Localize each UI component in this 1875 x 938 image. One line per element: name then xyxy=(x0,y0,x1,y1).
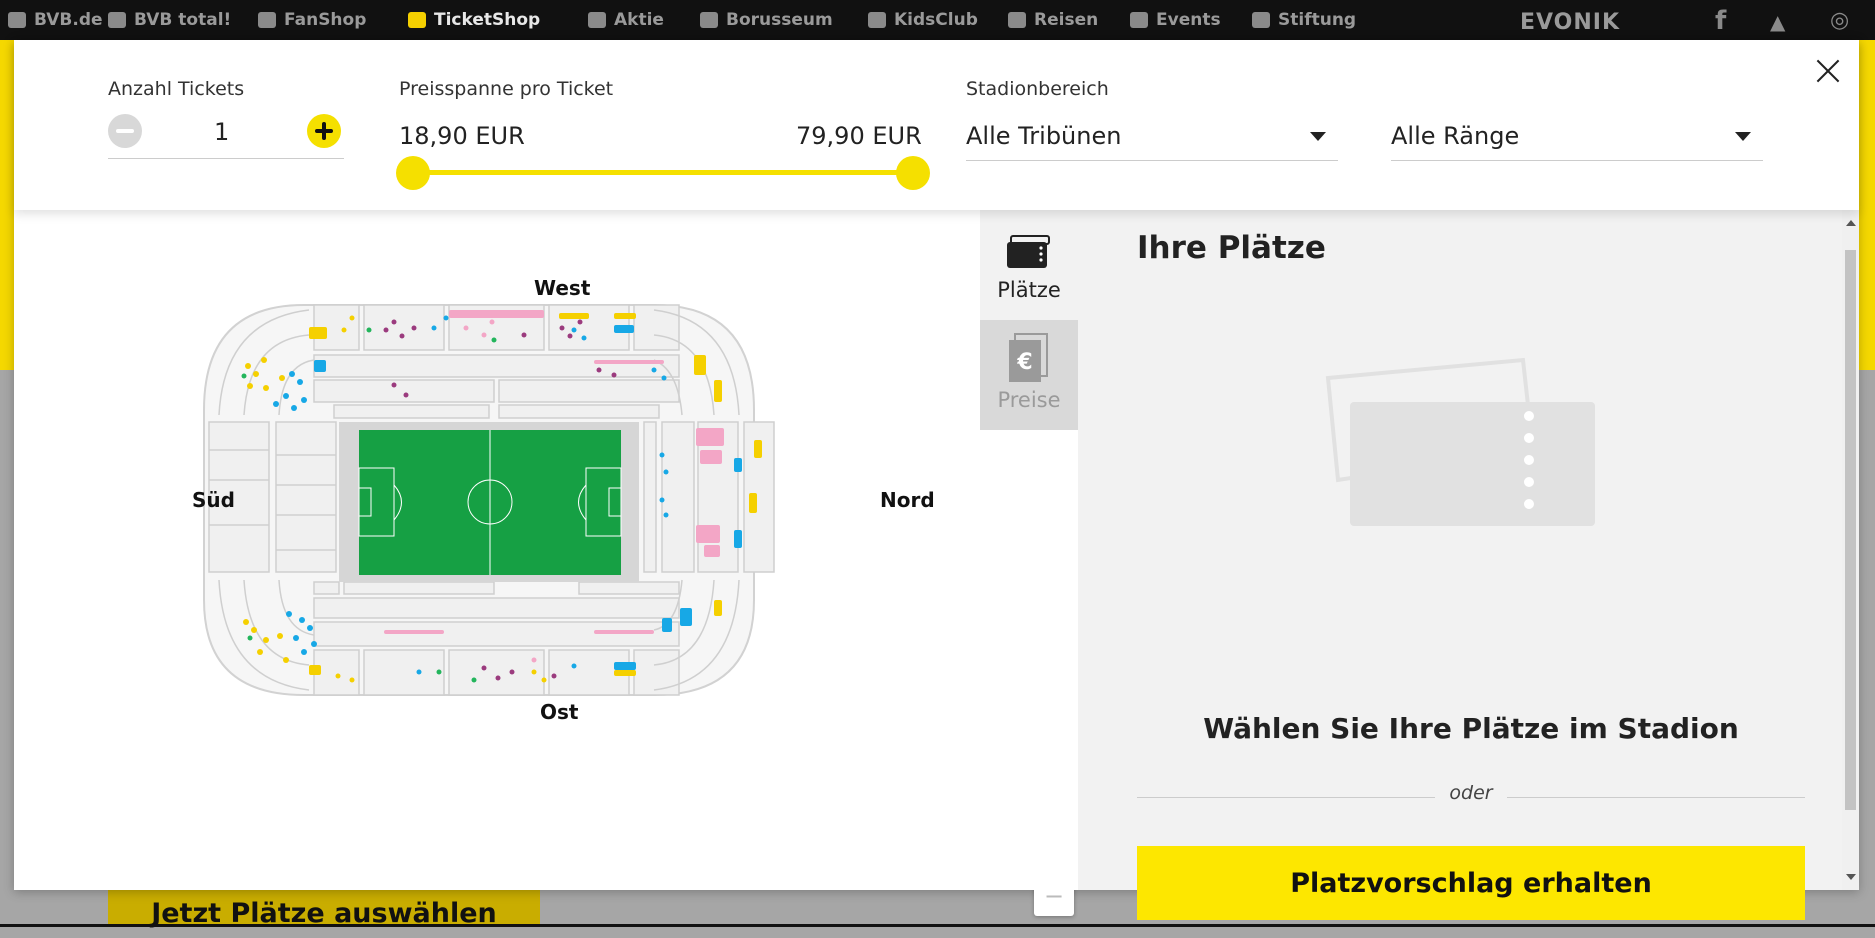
shirt-icon xyxy=(258,12,276,28)
nav-item-ticketshop[interactable]: TicketShop xyxy=(408,10,540,30)
stadium-map[interactable]: West Ost Süd Nord xyxy=(14,210,980,890)
stand-label-sued: Süd xyxy=(192,488,235,512)
nav-label: BVB total! xyxy=(134,10,232,30)
minus-icon xyxy=(116,129,134,133)
nav-label: Aktie xyxy=(614,10,664,30)
nav-item-bvb-total[interactable]: BVB total! xyxy=(108,10,231,30)
select-seats-instruction: Wählen Sie Ihre Plätze im Stadion xyxy=(1203,712,1739,745)
tab-prices[interactable]: € Preise xyxy=(980,320,1078,430)
price-slider-max-handle[interactable] xyxy=(896,156,930,190)
increase-tickets-button[interactable] xyxy=(307,114,341,148)
nav-label: TicketShop xyxy=(434,10,541,30)
nav-item-kidsclub[interactable]: KidsClub xyxy=(868,10,978,30)
nav-label: FanShop xyxy=(284,10,367,30)
home-icon xyxy=(8,12,26,28)
plane-icon xyxy=(1008,12,1026,28)
nav-item-events[interactable]: Events xyxy=(1130,10,1221,30)
nav-label: Reisen xyxy=(1034,10,1099,30)
cutlery-icon xyxy=(1130,12,1148,28)
chevron-down-icon xyxy=(1735,132,1751,141)
stand-select[interactable]: Alle Tribünen xyxy=(966,112,1338,161)
stand-label-ost: Ost xyxy=(540,700,579,724)
trophy-icon xyxy=(700,12,718,28)
price-max-value: 79,90 EUR xyxy=(796,122,922,150)
kids-icon xyxy=(868,12,886,28)
price-slider-track xyxy=(413,170,913,175)
seat-selection-modal: Anzahl Tickets 1 Preisspanne pro Ticket … xyxy=(14,40,1859,920)
nav-item-reisen[interactable]: Reisen xyxy=(1008,10,1098,30)
stand-select-value: Alle Tribünen xyxy=(966,122,1122,150)
tab-seats[interactable]: Plätze xyxy=(980,210,1078,320)
twitter-icon[interactable]: ▲ xyxy=(1770,10,1785,34)
plus-icon-vertical xyxy=(322,122,326,140)
euro-icon: € xyxy=(1009,333,1048,382)
or-text: oder xyxy=(1435,782,1507,804)
ticket-icon xyxy=(408,12,426,28)
heart-icon xyxy=(1252,12,1270,28)
price-slider-min-handle[interactable] xyxy=(396,156,430,190)
chart-icon xyxy=(588,12,606,28)
tier-select[interactable]: Alle Ränge xyxy=(1391,112,1763,161)
nav-label: BVB.de xyxy=(34,10,103,30)
stand-label-west: West xyxy=(534,276,591,300)
tab-seats-label: Plätze xyxy=(997,278,1061,302)
nav-item-borusseum[interactable]: Borusseum xyxy=(700,10,833,30)
tier-select-value: Alle Ränge xyxy=(1391,122,1520,150)
select-seats-button-background: Jetzt Plätze auswählen xyxy=(108,890,540,929)
side-tabs: Plätze € Preise xyxy=(980,210,1078,890)
play-icon xyxy=(108,12,126,28)
price-min-value: 18,90 EUR xyxy=(399,122,525,150)
decrease-tickets-button[interactable] xyxy=(108,114,142,148)
seat-summary-panel: Ihre Plätze Wählen Sie Ihre Plätze im St… xyxy=(1078,210,1842,920)
site-navigation: BVB.de BVB total! FanShop TicketShop Akt… xyxy=(0,0,1875,40)
stand-label-nord: Nord xyxy=(880,488,935,512)
stepper-underline xyxy=(108,158,344,159)
nav-item-bvb-de[interactable]: BVB.de xyxy=(8,10,103,30)
chevron-down-icon xyxy=(1310,132,1326,141)
tab-prices-label: Preise xyxy=(997,388,1061,412)
sponsor-name: EVONIK xyxy=(1520,10,1621,35)
or-separator: oder xyxy=(1078,782,1864,804)
ticket-icon xyxy=(1007,235,1050,268)
nav-label: Stiftung xyxy=(1278,10,1357,30)
price-range-label: Preisspanne pro Ticket xyxy=(399,78,614,100)
stadium-area-label: Stadionbereich xyxy=(966,78,1109,100)
empty-ticket-illustration xyxy=(1325,357,1595,526)
scroll-down-arrow-icon[interactable] xyxy=(1846,874,1856,880)
nav-label: Borusseum xyxy=(726,10,833,30)
nav-item-fanshop[interactable]: FanShop xyxy=(258,10,366,30)
nav-item-aktie[interactable]: Aktie xyxy=(588,10,664,30)
nav-label: Events xyxy=(1156,10,1221,30)
panel-title: Ihre Plätze xyxy=(1137,230,1326,266)
get-seat-suggestion-button[interactable]: Platzvorschlag erhalten xyxy=(1137,846,1805,920)
facebook-icon[interactable]: f xyxy=(1715,6,1726,36)
close-icon[interactable] xyxy=(1811,54,1845,88)
instagram-icon[interactable]: ◎ xyxy=(1830,8,1849,33)
nav-label: KidsClub xyxy=(894,10,978,30)
sponsor-logo: EVONIK xyxy=(1520,10,1620,35)
svg-text:€: € xyxy=(1016,350,1032,375)
ticket-quantity: 1 xyxy=(214,118,230,146)
panel-scrollbar[interactable] xyxy=(1842,210,1859,890)
scrollbar-thumb[interactable] xyxy=(1845,250,1856,810)
scroll-up-arrow-icon[interactable] xyxy=(1846,220,1856,226)
tickets-label: Anzahl Tickets xyxy=(108,78,245,100)
nav-item-stiftung[interactable]: Stiftung xyxy=(1252,10,1356,30)
filter-bar: Anzahl Tickets 1 Preisspanne pro Ticket … xyxy=(14,40,1859,210)
stadium-map-graphic[interactable] xyxy=(14,210,980,890)
